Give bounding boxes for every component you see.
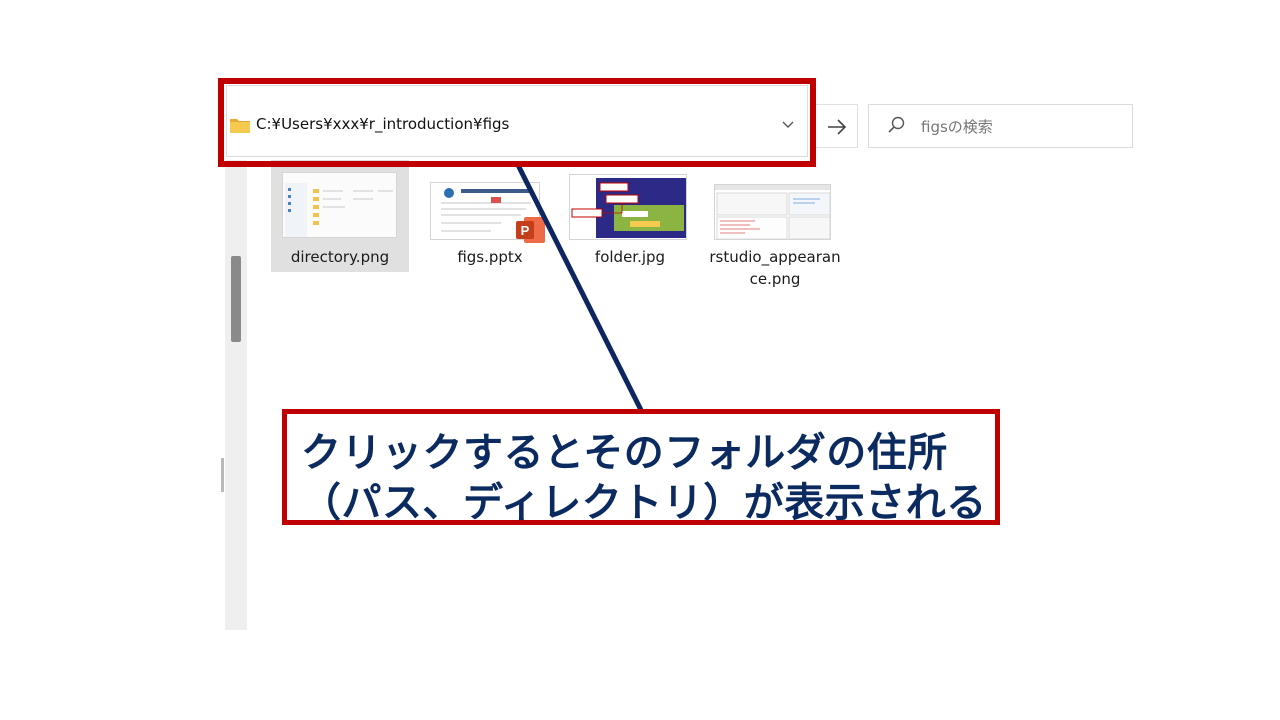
- file-item[interactable]: directory.png: [271, 160, 409, 272]
- file-thumbnail: [714, 184, 831, 240]
- file-name: rstudio_appearan ce.png: [709, 248, 841, 288]
- powerpoint-icon: P: [516, 217, 545, 243]
- file-thumbnail: [569, 174, 687, 240]
- file-name: folder.jpg: [594, 248, 666, 266]
- file-thumbnail: [282, 172, 397, 238]
- address-bar-highlight: [218, 78, 816, 167]
- search-placeholder: figsの検索: [921, 118, 993, 136]
- file-item[interactable]: folder.jpg: [562, 160, 698, 272]
- search-input[interactable]: [868, 104, 1133, 148]
- callout-text-line-2: （パス、ディレクトリ）が表示される: [301, 480, 987, 526]
- pane-splitter[interactable]: [221, 458, 224, 492]
- arrow-right-icon: [828, 119, 847, 135]
- file-item[interactable]: P figs.pptx: [420, 160, 560, 272]
- search-icon: [888, 116, 905, 133]
- file-item[interactable]: rstudio_appearan ce.png: [705, 160, 845, 300]
- svg-text:P: P: [521, 223, 530, 238]
- file-name: figs.pptx: [457, 248, 523, 266]
- scrollbar-thumb[interactable]: [231, 256, 241, 342]
- go-button[interactable]: [814, 104, 858, 148]
- callout-box: クリックするとそのフォルダの住所 （パス、ディレクトリ）が表示される: [282, 409, 1000, 526]
- navigation-pane: [225, 160, 247, 630]
- file-name: directory.png: [290, 248, 390, 266]
